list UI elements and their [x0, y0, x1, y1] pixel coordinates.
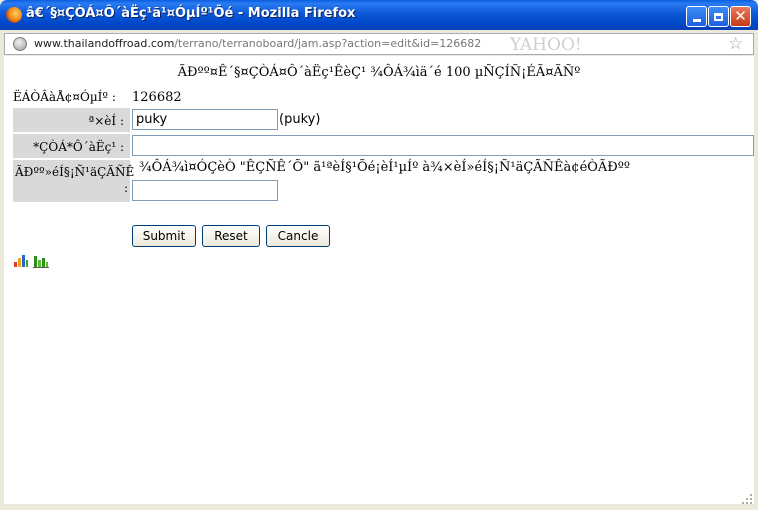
antispam-instruction: ¾ÔÁ¾ì¤ÓÇèÒ "ÊÇÑÊ´Õ" ã¹ªèÍ§¹Õé¡èÍ¹µÍº à¾×…: [139, 160, 631, 175]
name-input[interactable]: [132, 109, 278, 130]
minimize-button[interactable]: [686, 6, 707, 27]
cancle-button[interactable]: Cancle: [266, 225, 330, 247]
bar-stats-icon[interactable]: [13, 252, 29, 268]
close-icon: ✕: [734, 7, 747, 25]
page-content: ÃÐºº¤Ê´§¤ÇÒÁ¤Ô´àËç¹ÊèÇ¹ ¾ÔÁ¾ìä´é 100 µÑÇ…: [4, 56, 754, 504]
reset-button[interactable]: Reset: [202, 225, 260, 247]
name-echo: (puky): [279, 112, 321, 127]
answer-id-value: 126682: [132, 90, 182, 105]
minimize-icon: [692, 19, 701, 22]
submit-button[interactable]: Submit: [132, 225, 196, 247]
antispam-input[interactable]: [132, 180, 278, 201]
yahoo-watermark: YAHOO!: [510, 35, 582, 55]
firefox-logo-icon: [6, 7, 22, 23]
antispam-label: ÃÐºº»éÍ§¡Ñ¹äÇÃÑÊ :: [13, 160, 134, 202]
bookmark-star-icon[interactable]: ☆: [728, 34, 743, 54]
url-host: www.thailandoffroad.com: [34, 37, 175, 50]
globe-icon: [13, 37, 27, 51]
maximize-icon: [714, 12, 723, 21]
name-label: ª×èÍ :: [13, 108, 130, 132]
answer-id-label: ËÁÒÂàÅ¢¤ÓµÍº :: [13, 90, 116, 104]
window-titlebar[interactable]: â€´§¤ÇÒÁ¤Ô´àËç¹ã¹¤ÓµÍº¹Õé - Mozilla Fire…: [0, 0, 758, 30]
green-stats-icon[interactable]: [33, 252, 49, 268]
close-button[interactable]: ✕: [730, 6, 751, 27]
url-text[interactable]: www.thailandoffroad.com/terrano/terranob…: [34, 37, 481, 50]
resize-grip-icon[interactable]: [740, 492, 754, 506]
window-title: â€´§¤ÇÒÁ¤Ô´àËç¹ã¹¤ÓµÍº¹Õé - Mozilla Fire…: [26, 6, 356, 21]
page-heading: ÃÐºº¤Ê´§¤ÇÒÁ¤Ô´àËç¹ÊèÇ¹ ¾ÔÁ¾ìä´é 100 µÑÇ…: [177, 65, 581, 80]
title-label: *ÇÒÁ*Ô´àËç¹ :: [13, 134, 130, 158]
title-input[interactable]: [132, 135, 754, 156]
url-path: /terrano/terranoboard/jam.asp?action=edi…: [174, 37, 482, 50]
maximize-button[interactable]: [708, 6, 729, 27]
address-bar[interactable]: www.thailandoffroad.com/terrano/terranob…: [4, 33, 754, 55]
